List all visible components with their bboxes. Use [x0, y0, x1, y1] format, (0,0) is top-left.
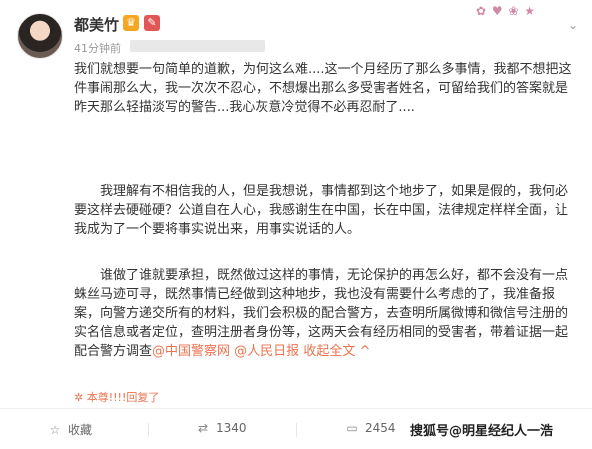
avatar[interactable]: [17, 13, 63, 59]
star-icon: ✲: [74, 391, 87, 404]
post-time[interactable]: 41分钟前: [74, 40, 121, 56]
divider: [296, 423, 297, 437]
mention-link[interactable]: @人民日报: [234, 344, 299, 359]
repost-icon: ⇄: [197, 421, 209, 435]
collapse-arrow-icon: ^: [359, 344, 371, 359]
repost-button[interactable]: ⇄ 1340: [196, 421, 247, 435]
repost-count: 1340: [216, 421, 247, 435]
collapse-text-link[interactable]: 收起全文 ^: [303, 344, 370, 359]
author-name[interactable]: 都美竹: [74, 14, 119, 35]
favorite-button[interactable]: ☆ 收藏: [48, 421, 92, 438]
chevron-down-icon[interactable]: ⌄: [564, 16, 582, 34]
post-paragraph-2: 我理解有不相信我的人，但是我想说，事情都到这个地步了，如果是假的，我何必要这样去…: [74, 184, 569, 237]
decoration-stickers-icon: ✿ ♥ ❀ ★: [476, 4, 537, 18]
star-outline-icon: ☆: [49, 422, 61, 437]
post-paragraph-1: 我们就想要一句简单的道歉，为何这么难....这一个月经历了那么多事情，我都不想把…: [74, 62, 572, 115]
reply-indicator[interactable]: ✲ 本尊!!!!回复了: [74, 389, 159, 405]
divider: [148, 423, 149, 437]
reply-text: 本尊!!!!回复了: [86, 391, 160, 404]
comment-count: 2454: [365, 421, 396, 435]
watermark-text: 搜狐号@明星经纪人一浩: [410, 424, 554, 439]
post-header: 都美竹 ♛ ✎ 41分钟前 ✿ ♥ ❀ ★ ⌄: [0, 0, 592, 59]
mention-link[interactable]: @中国警察网: [152, 344, 230, 359]
comment-icon: ▭: [346, 421, 358, 435]
post-source-blurred: [130, 40, 265, 52]
crown-badge-icon: ♛: [123, 15, 139, 31]
comment-button[interactable]: ▭ 2454: [345, 421, 396, 435]
favorite-label: 收藏: [68, 423, 93, 437]
tag-badge-icon: ✎: [144, 15, 160, 31]
post-paragraph-3: 谁做了谁就要承担，既然做过这样的事情，无论保护的再怎么好，都不会没有一点蛛丝马迹…: [74, 266, 579, 361]
